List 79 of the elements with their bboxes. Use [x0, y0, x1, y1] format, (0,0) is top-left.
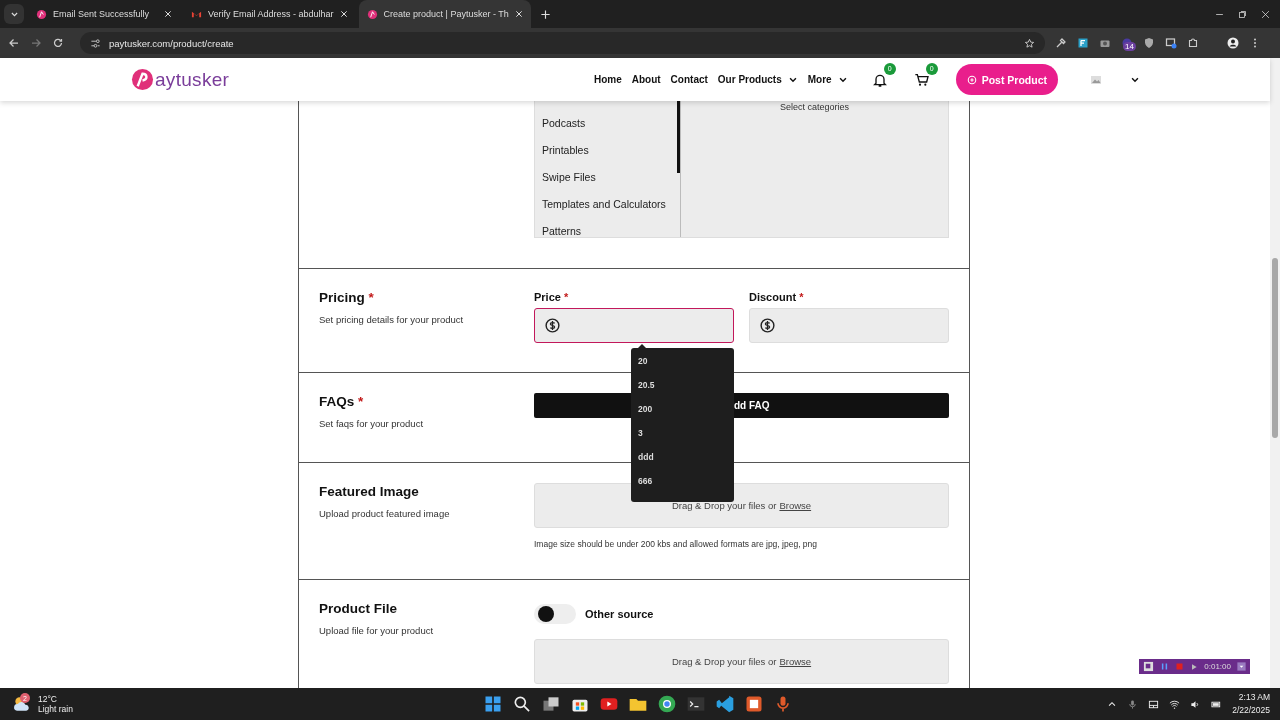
site-settings-icon	[90, 37, 101, 49]
clock-time: 2:13 AM	[1237, 691, 1270, 704]
close-icon	[1261, 9, 1270, 19]
suggestion-item[interactable]: 20	[631, 355, 734, 379]
play-icon	[1190, 662, 1199, 671]
scrollbar[interactable]	[1270, 58, 1280, 688]
toggle-switch[interactable]	[534, 604, 576, 624]
nav-link[interactable]: About	[631, 74, 661, 85]
clock-date: 2/22/2025	[1232, 704, 1270, 717]
nav-link[interactable]: Contact	[670, 74, 708, 85]
section-title: Product File	[319, 601, 398, 616]
url-text: paytusker.com/product/create	[109, 37, 235, 49]
site-logo-icon	[36, 8, 47, 20]
field-label: Discount *	[749, 291, 805, 303]
forward-icon	[30, 37, 42, 49]
nav-link[interactable]: Our Products	[717, 74, 798, 85]
stop-icon	[1175, 662, 1185, 671]
suggestion-item[interactable]: ddd	[631, 451, 734, 475]
drop-zone[interactable]: Drag & Drop your files or Browse	[534, 639, 949, 684]
chevron-up-icon	[1107, 699, 1118, 709]
shield-icon	[1143, 37, 1155, 49]
temperature: 12°C	[38, 694, 58, 704]
extension-icon	[1077, 37, 1089, 49]
logo-icon	[131, 68, 154, 91]
section-title: FAQs *	[319, 394, 365, 409]
site-logo-icon	[366, 8, 378, 20]
pause-icon	[1160, 662, 1170, 671]
drop-text: Drag & Drop your files or	[671, 656, 777, 667]
close-icon	[339, 10, 348, 18]
dollar-icon	[759, 317, 776, 334]
cart-icon	[913, 71, 930, 88]
tab-list-button[interactable]	[4, 4, 24, 24]
profile-icon	[1227, 37, 1239, 49]
windows-icon	[483, 694, 503, 714]
code-editor-icon	[715, 694, 735, 714]
window-icon	[1165, 37, 1177, 49]
logo-text: aytusker	[155, 68, 230, 91]
terminal-icon	[686, 694, 706, 714]
wifi-icon	[1169, 698, 1181, 710]
nav-link[interactable]: Home	[593, 74, 622, 85]
extension-badge: 14	[1123, 42, 1136, 51]
browse-link[interactable]: Browse	[779, 656, 812, 667]
browser-icon	[657, 694, 677, 714]
restore-icon	[1238, 9, 1247, 19]
field-label: Price *	[534, 291, 570, 303]
browse-link[interactable]: Browse	[779, 500, 812, 511]
reload-icon	[52, 37, 64, 49]
suggestion-item[interactable]: 3	[631, 427, 734, 451]
dollar-icon	[544, 317, 561, 334]
close-icon	[514, 10, 523, 18]
section-description: Upload product featured image	[319, 508, 451, 519]
touchpad-icon	[1148, 698, 1160, 710]
weather-condition: Light rain	[38, 704, 73, 714]
close-icon	[164, 10, 172, 18]
browser-tab[interactable]: Email Sent Successfully	[28, 0, 180, 28]
price-field[interactable]	[534, 308, 734, 343]
microphone-icon	[1127, 698, 1139, 710]
recording-time: 0:01:00	[1204, 662, 1231, 671]
browser-tab[interactable]: Verify Email Address - abdulhar	[183, 0, 356, 28]
app-icon	[744, 694, 764, 714]
section-description: Set pricing details for your product	[319, 314, 465, 325]
toggle-label: Other source	[585, 608, 654, 620]
new-tab-icon	[539, 8, 551, 20]
section-title: Featured Image	[319, 484, 420, 499]
task-view-icon	[541, 694, 561, 714]
section-title: Pricing *	[319, 290, 375, 305]
image-icon	[1090, 73, 1102, 86]
upload-note: Image size should be under 200 kbs and allowed formats are jpg, jpeg, png	[534, 539, 819, 549]
search-icon	[512, 694, 532, 714]
section-description: Upload file for your product	[319, 625, 435, 636]
drop-text: Drag & Drop your files or	[671, 500, 777, 511]
back-icon	[8, 37, 20, 49]
star-icon	[1024, 37, 1035, 49]
address-bar[interactable]: paytusker.com/product/create	[80, 32, 1045, 54]
nav-link[interactable]: More	[807, 74, 848, 85]
browser-tab[interactable]: Create product | Paytusker - Th	[358, 0, 531, 28]
section-description: Set faqs for your product	[319, 418, 425, 429]
chevron-down-icon	[1237, 662, 1246, 671]
post-product-button[interactable]: Post Product	[955, 64, 1058, 95]
